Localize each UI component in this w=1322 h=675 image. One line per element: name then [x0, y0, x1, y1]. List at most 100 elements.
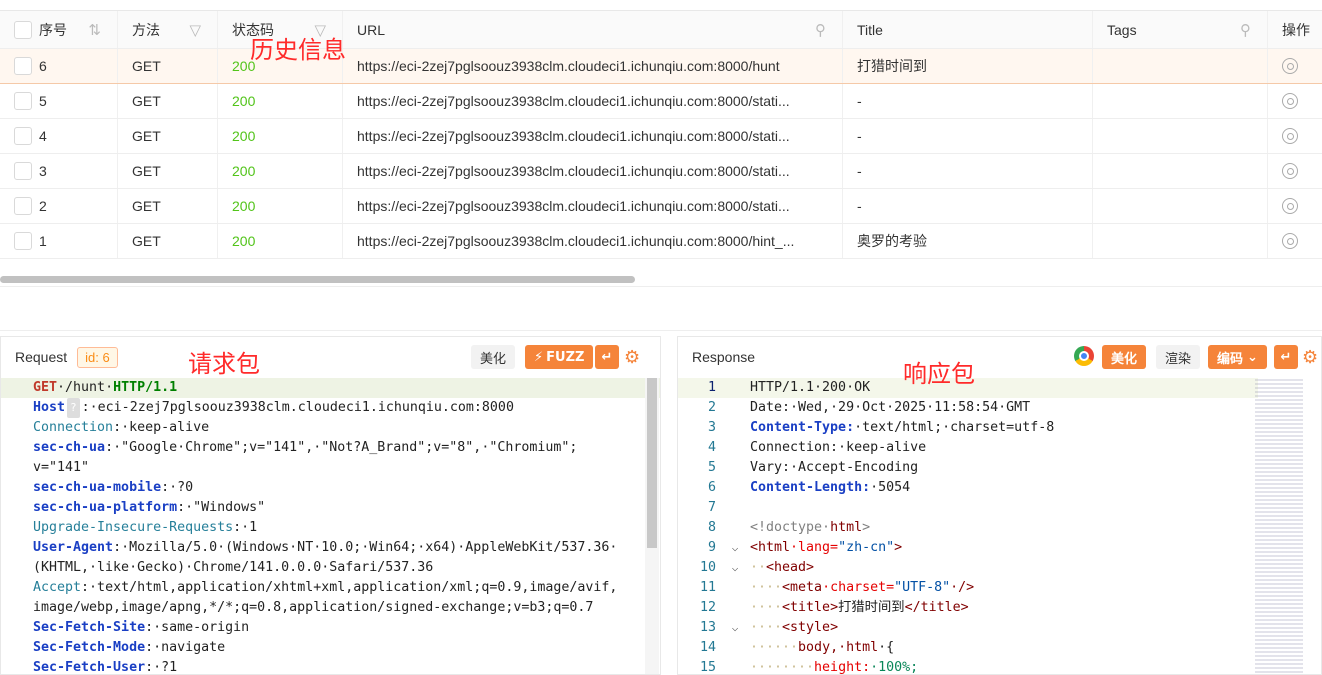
- header-key: Upgrade-Insecure-Requests: [33, 520, 234, 535]
- code-text: <title>: [782, 600, 839, 615]
- code-text: height:: [814, 660, 871, 675]
- line-number: 3: [707, 420, 716, 435]
- render-button[interactable]: 渲染: [1156, 345, 1201, 369]
- search-icon[interactable]: ⚲: [1240, 21, 1251, 39]
- response-header: Response 美化 渲染 编码 ⌄ ↵ ⚙: [678, 337, 1321, 377]
- open-in-browser-icon[interactable]: [1282, 233, 1298, 249]
- header-value: :·1: [233, 520, 258, 535]
- header-key: sec-ch-ua: [33, 440, 106, 455]
- host-hint-badge[interactable]: ?: [67, 398, 80, 418]
- code-text: Vary:·Accept-Encoding: [750, 460, 919, 475]
- table-header: 序号 ⇅ 方法 ▽ 状态码 ▽ URL ⚲ Title Tags ⚲ 操作: [0, 11, 1322, 49]
- select-all-checkbox[interactable]: [14, 20, 32, 39]
- header-value: :·same-origin: [145, 620, 250, 635]
- code-minimap[interactable]: [1255, 379, 1303, 674]
- code-text: <head>: [766, 560, 815, 575]
- row-checkbox[interactable]: [14, 127, 32, 145]
- beautify-button[interactable]: 美化: [1102, 345, 1147, 369]
- filter-icon[interactable]: ▽: [189, 21, 201, 39]
- row-method: GET: [132, 233, 161, 249]
- row-checkbox[interactable]: [14, 92, 32, 110]
- row-checkbox[interactable]: [14, 232, 32, 250]
- request-protocol: HTTP/1.1: [113, 380, 178, 395]
- scrollbar-thumb[interactable]: [647, 378, 657, 548]
- beautify-button[interactable]: 美化: [471, 345, 516, 369]
- gear-icon[interactable]: ⚙: [624, 347, 640, 368]
- sort-icon[interactable]: ⇅: [88, 21, 101, 39]
- row-no: 3: [39, 163, 47, 179]
- vertical-scrollbar[interactable]: [645, 378, 659, 674]
- code-text: Connection:·keep-alive: [750, 440, 927, 455]
- open-in-browser-icon[interactable]: [1282, 58, 1298, 74]
- header-value: :·keep-alive: [113, 420, 210, 435]
- fold-chevron-icon[interactable]: ⌵: [720, 558, 750, 578]
- line-number: 10: [699, 560, 716, 575]
- table-row[interactable]: 6 GET 200 https://eci-2zej7pglsoouz3938c…: [0, 49, 1322, 84]
- encode-dropdown[interactable]: 编码 ⌄: [1208, 345, 1267, 369]
- code-text: ·5054: [870, 480, 911, 495]
- row-no: 4: [39, 128, 47, 144]
- horizontal-scrollbar[interactable]: [0, 276, 1322, 284]
- row-title: -: [857, 163, 862, 179]
- scrollbar-thumb[interactable]: [0, 276, 635, 283]
- annotation-response: 响应包: [903, 360, 975, 388]
- table-row[interactable]: 4 GET 200 https://eci-2zej7pglsoouz3938c…: [0, 119, 1322, 154]
- code-text: html: [830, 520, 863, 535]
- row-checkbox[interactable]: [14, 57, 32, 75]
- line-number: 11: [699, 580, 716, 595]
- header-tags: Tags ⚲: [1093, 11, 1268, 48]
- header-value: v="141": [33, 460, 90, 475]
- line-number: 7: [707, 500, 716, 515]
- header-no[interactable]: 序号 ⇅: [0, 11, 118, 48]
- header-key: Sec-Fetch-User: [33, 660, 146, 675]
- header-key: sec-ch-ua-mobile: [33, 480, 162, 495]
- line-number: 15: [699, 660, 716, 675]
- table-row[interactable]: 1 GET 200 https://eci-2zej7pglsoouz3938c…: [0, 224, 1322, 259]
- search-icon[interactable]: ⚲: [815, 21, 826, 39]
- gear-icon[interactable]: ⚙: [1302, 347, 1318, 368]
- header-key: Connection: [33, 420, 114, 435]
- code-text: "UTF-8": [894, 580, 951, 595]
- table-row[interactable]: 5 GET 200 https://eci-2zej7pglsoouz3938c…: [0, 84, 1322, 119]
- line-number: 8: [707, 520, 716, 535]
- line-number: 2: [707, 400, 716, 415]
- code-text: ·/>: [950, 580, 975, 595]
- code-text: ·100%;: [870, 660, 919, 675]
- header-ops: 操作: [1282, 21, 1310, 38]
- header-key: sec-ch-ua-platform: [33, 500, 178, 515]
- request-editor[interactable]: GET·/hunt·HTTP/1.1 Host?:·eci-2zej7pglso…: [1, 378, 660, 675]
- chrome-icon[interactable]: [1074, 346, 1094, 366]
- row-title: -: [857, 93, 862, 109]
- row-url: https://eci-2zej7pglsoouz3938clm.cloudec…: [357, 198, 790, 214]
- row-title: -: [857, 128, 862, 144]
- row-checkbox[interactable]: [14, 197, 32, 215]
- request-title: Request: [15, 349, 68, 365]
- header-key: Accept: [33, 580, 82, 595]
- response-editor[interactable]: 1 HTTP/1.1·200·OK 2 Date:·Wed,·29·Oct·2025…: [678, 378, 1258, 675]
- row-status: 200: [232, 93, 256, 109]
- code-text: Content-Type:: [750, 420, 855, 435]
- open-in-browser-icon[interactable]: [1282, 93, 1298, 109]
- table-row[interactable]: 3 GET 200 https://eci-2zej7pglsoouz3938c…: [0, 154, 1322, 189]
- header-title: Title: [843, 11, 1093, 48]
- open-in-browser-icon[interactable]: [1282, 198, 1298, 214]
- wrap-button[interactable]: ↵: [1274, 345, 1298, 369]
- header-key: Host: [33, 400, 66, 415]
- table-row[interactable]: 2 GET 200 https://eci-2zej7pglsoouz3938c…: [0, 189, 1322, 224]
- line-number: 14: [699, 640, 716, 655]
- code-text: HTTP/1.1·200·OK: [750, 380, 871, 395]
- row-no: 6: [39, 58, 47, 74]
- row-status: 200: [232, 163, 256, 179]
- open-in-browser-icon[interactable]: [1282, 163, 1298, 179]
- fold-chevron-icon[interactable]: ⌵: [720, 538, 750, 558]
- row-checkbox[interactable]: [14, 162, 32, 180]
- wrap-button[interactable]: ↵: [595, 345, 619, 369]
- fuzz-button[interactable]: ⚡ FUZZ: [525, 345, 594, 369]
- code-text: <!doctype·: [750, 520, 831, 535]
- row-status: 200: [232, 233, 256, 249]
- open-in-browser-icon[interactable]: [1282, 128, 1298, 144]
- fold-chevron-icon[interactable]: ⌵: [720, 618, 750, 638]
- row-method: GET: [132, 93, 161, 109]
- request-id-badge: id: 6: [77, 346, 118, 368]
- row-no: 5: [39, 93, 47, 109]
